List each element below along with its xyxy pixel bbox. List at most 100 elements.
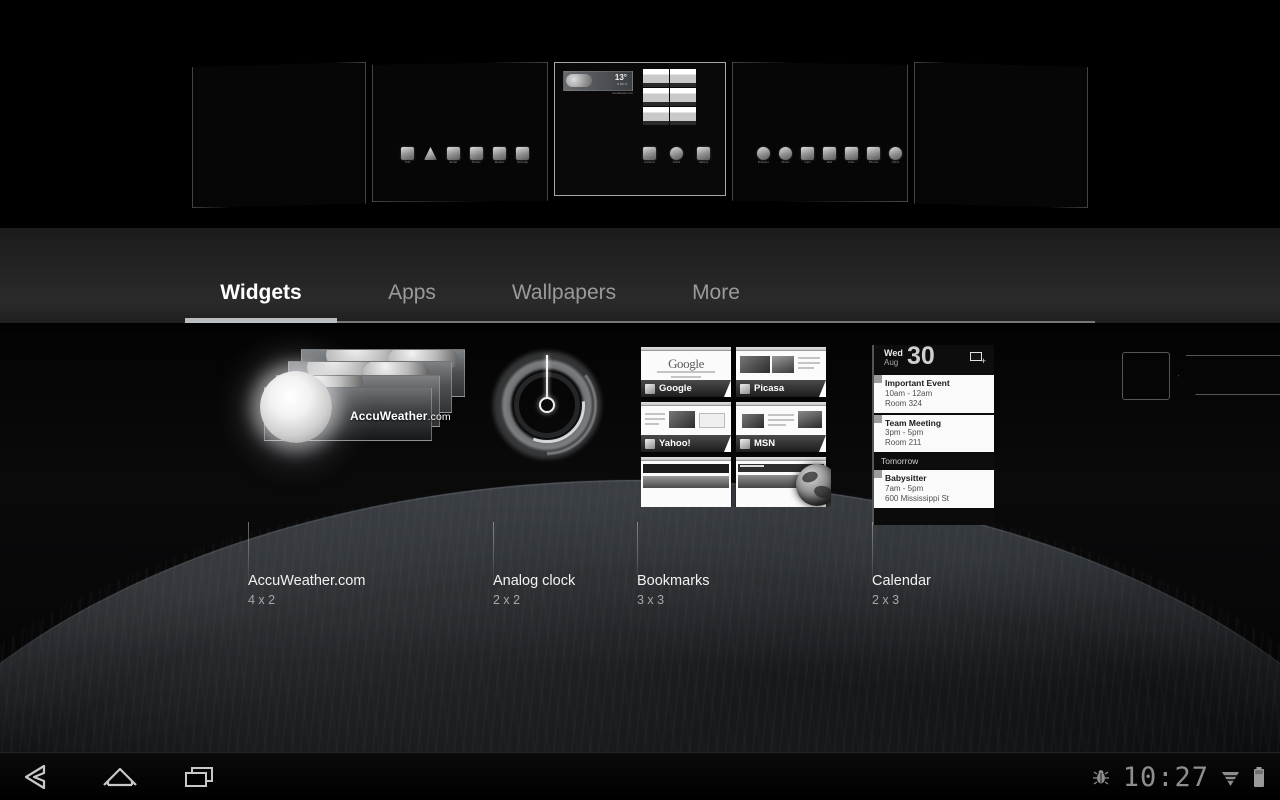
mini-app-icon: Maps <box>424 147 437 160</box>
category-tab-bar: Widgets Apps Wallpapers More <box>0 228 1280 323</box>
accu-brand-tld: .com <box>427 411 451 423</box>
event-time: 10am - 12am <box>885 388 933 398</box>
event-place: Room 324 <box>885 398 922 408</box>
home-panel-thumbnail-2[interactable]: Talk Maps Email Books Market Settings <box>372 62 548 202</box>
bookmark-title-bar: Google <box>641 380 731 397</box>
thumb-line <box>645 413 665 415</box>
bookmark-title-bar: MSN <box>736 435 826 452</box>
mini-bookmark-tile <box>670 69 696 87</box>
event-place: Room 211 <box>885 438 922 448</box>
mini-app-icon: Market <box>493 147 506 164</box>
partial-widget-square-outline <box>1122 352 1170 400</box>
accuweather-preview: AccuWeather.com <box>260 349 474 459</box>
event-place: 600 Mississippi St <box>885 493 950 503</box>
column-divider <box>493 522 494 582</box>
bookmark-tile: Yahoo! <box>641 402 731 452</box>
calendar-day-separator: Tomorrow <box>874 454 994 469</box>
bookmark-tile: Google Google <box>641 347 731 397</box>
widget-label: Calendar <box>872 573 931 589</box>
status-area[interactable]: 10:27 <box>1091 753 1266 800</box>
tab-bar-shadow <box>0 323 1280 337</box>
wifi-icon <box>1221 767 1240 787</box>
browser-chrome-bar <box>641 347 731 351</box>
mini-app-label: Photos <box>868 161 879 164</box>
calendar-event: Team Meeting 3pm - 5pm Room 211 <box>874 414 994 453</box>
widget-tray: AccuWeather.com AccuWeather.com 4 x 2 An… <box>0 325 1280 655</box>
mini-app-icon: Music <box>779 147 792 164</box>
thumb-line <box>645 423 659 425</box>
panel3-icon-row: Camera Clock Gallery <box>643 147 710 164</box>
event-time: 7am - 5pm <box>885 483 924 493</box>
tab-widgets[interactable]: Widgets <box>185 281 337 323</box>
thumb-line <box>798 362 820 364</box>
tab-wallpapers-label: Wallpapers <box>511 281 617 304</box>
widget-size: 4 x 2 <box>248 593 276 607</box>
bookmarks-preview: Google Google Picasa Yahoo! MSN <box>641 347 831 507</box>
tab-more[interactable]: More <box>641 281 791 323</box>
back-button[interactable] <box>0 753 80 800</box>
tab-wallpapers[interactable]: Wallpapers <box>487 281 641 323</box>
thumb-line <box>657 371 715 373</box>
thumb-image <box>643 464 729 473</box>
clock-center-hub <box>539 397 555 413</box>
mini-app-icon: Clock <box>889 147 902 164</box>
mini-app-icon: Calc <box>801 147 814 164</box>
accu-brand: AccuWeather <box>350 409 428 423</box>
tab-list: Widgets Apps Wallpapers More <box>185 281 791 323</box>
mini-bookmark-tile <box>670 107 696 125</box>
accuweather-brand-text: AccuWeather.com <box>350 409 451 423</box>
thumb-line <box>768 424 786 426</box>
mini-bookmark-tile <box>670 88 696 106</box>
mini-app-label: Maps <box>426 161 435 164</box>
thumb-image <box>742 414 764 428</box>
bookmark-thumbnail <box>736 347 826 380</box>
event-color-chip <box>874 414 882 423</box>
thumb-line <box>798 357 820 359</box>
bug-icon <box>1091 767 1111 787</box>
bookmark-title: MSN <box>754 438 776 449</box>
favicon <box>740 384 750 394</box>
mini-app-icon: Email <box>447 147 460 164</box>
event-title: Babysitter <box>885 473 927 484</box>
home-panel-thumbnail-1[interactable] <box>192 62 366 208</box>
home-panel-thumbnail-3[interactable]: 13° H 18 L 9 AccuWeather.com Camera Cloc… <box>554 62 726 196</box>
home-button[interactable] <box>80 753 160 800</box>
mini-app-icon: Camera <box>643 147 656 164</box>
mini-bookmark-tile <box>643 107 669 125</box>
recents-button[interactable] <box>160 753 240 800</box>
add-event-icon[interactable]: + <box>970 352 986 366</box>
panel2-icon-row: Talk Maps Email Books Market Settings <box>401 147 529 164</box>
tab-more-label: More <box>692 281 740 304</box>
home-icon <box>103 767 137 787</box>
mini-temp: 13° <box>614 73 627 82</box>
home-panel-thumbnail-4[interactable]: Browser Music Calc Mail Files Photos Clo… <box>732 62 908 202</box>
mini-app-label: Talk <box>404 161 411 164</box>
widget-item-partial-offscreen[interactable] <box>1122 352 1280 404</box>
partial-widget-banner-outline <box>1178 355 1280 395</box>
bookmark-tile: Picasa <box>736 347 826 397</box>
mini-app-label: Browser <box>758 161 769 164</box>
calendar-preview: Wed Aug 30 + Important Event 10am - 12am… <box>872 345 994 525</box>
tab-widgets-label: Widgets <box>220 281 302 304</box>
bookmark-thumbnail: Google <box>641 347 731 380</box>
event-time: 3pm - 5pm <box>885 428 924 438</box>
widget-item-accuweather[interactable]: AccuWeather.com AccuWeather.com 4 x 2 <box>0 325 465 615</box>
browser-chrome-bar <box>641 457 731 461</box>
mini-app-label: Settings <box>517 161 528 164</box>
tab-apps[interactable]: Apps <box>337 281 487 323</box>
home-panel-thumbnail-5[interactable] <box>914 62 1088 208</box>
facebook-wordmark <box>740 465 764 467</box>
mini-cloud-icon <box>566 74 592 87</box>
widget-size: 2 x 2 <box>493 593 521 607</box>
calendar-event: Babysitter 7am - 5pm 600 Mississippi St <box>874 470 994 508</box>
event-title: Important Event <box>885 378 950 388</box>
widget-label: Bookmarks <box>637 573 710 589</box>
column-divider <box>872 522 873 582</box>
battery-icon <box>1252 766 1266 788</box>
bookmark-tile <box>641 457 731 507</box>
mini-bookmark-tile <box>643 88 669 106</box>
thumb-image <box>772 356 794 373</box>
mini-app-icon: Settings <box>516 147 529 164</box>
thumb-image <box>798 411 822 428</box>
mini-app-icon: Photos <box>867 147 880 164</box>
